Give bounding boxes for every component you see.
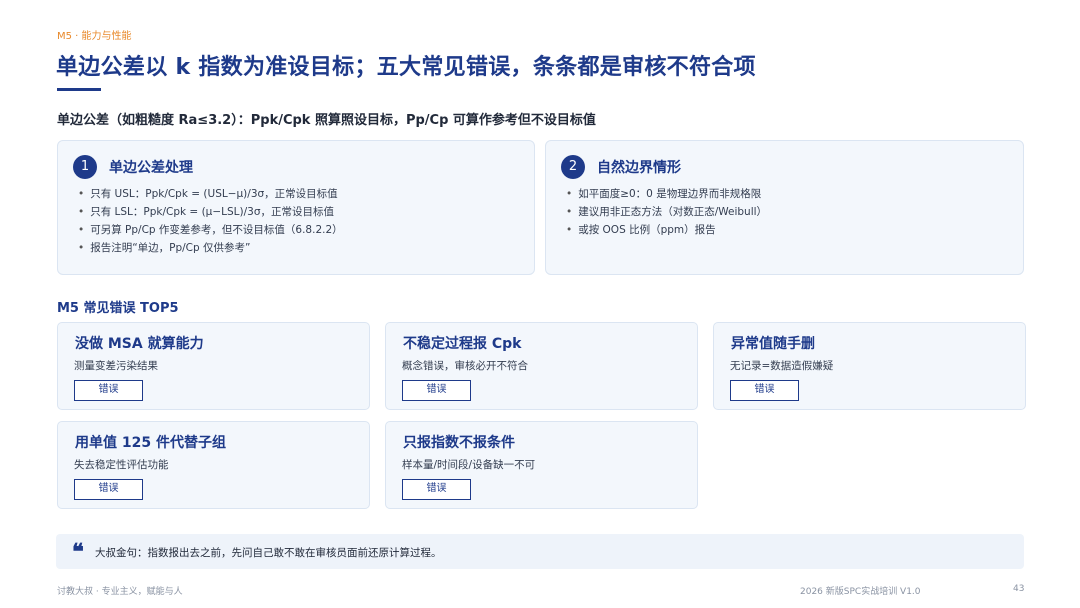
box-heading: 单边公差处理 bbox=[109, 160, 193, 176]
quote-box: ❝ 大叔金句：指数报出去之前，先问自己敢不敢在审核员面前还原计算过程。 bbox=[56, 534, 1024, 569]
error-desc: 概念错误，审核必开不符合 bbox=[402, 360, 528, 372]
natural-boundary-box: 2 自然边界情形 如平面度≥0：0 是物理边界而非规格限 建议用非正态方法（对数… bbox=[545, 140, 1024, 275]
page-subtitle: 单边公差（如粗糙度 Ra≤3.2）：Ppk/Cpk 照算照设目标，Pp/Cp 可… bbox=[57, 113, 596, 128]
page-title: 单边公差以 k 指数为准设目标；五大常见错误，条条都是审核不符合项 bbox=[56, 55, 756, 80]
error-desc: 无记录=数据造假嫌疑 bbox=[730, 360, 834, 372]
list-item: 或按 OOS 比例（ppm）报告 bbox=[566, 221, 767, 239]
title-underline bbox=[57, 88, 101, 91]
errors-section-heading: M5 常见错误 TOP5 bbox=[57, 301, 179, 316]
section-kicker: M5 · 能力与性能 bbox=[57, 31, 132, 42]
error-title: 没做 MSA 就算能力 bbox=[75, 336, 204, 352]
number-badge: 1 bbox=[73, 155, 97, 179]
list-item: 只有 USL：Ppk/Cpk = (USL−μ)/3σ，正常设目标值 bbox=[78, 185, 343, 203]
quote-icon: ❝ bbox=[72, 539, 84, 565]
error-desc: 失去稳定性评估功能 bbox=[74, 459, 169, 471]
error-title: 用单值 125 件代替子组 bbox=[75, 435, 226, 451]
error-tag: 错误 bbox=[730, 380, 799, 401]
error-title: 不稳定过程报 Cpk bbox=[403, 336, 522, 352]
error-card: 没做 MSA 就算能力 测量变差污染结果 错误 bbox=[57, 322, 370, 410]
quote-text: 大叔金句：指数报出去之前，先问自己敢不敢在审核员面前还原计算过程。 bbox=[95, 547, 442, 559]
list-item: 可另算 Pp/Cp 作变差参考，但不设目标值（6.8.2.2） bbox=[78, 221, 342, 239]
list-item: 报告注明“单边，Pp/Cp 仅供参考” bbox=[78, 239, 343, 257]
error-card: 用单值 125 件代替子组 失去稳定性评估功能 错误 bbox=[57, 421, 370, 509]
error-card: 只报指数不报条件 样本量/时间段/设备缺一不可 错误 bbox=[385, 421, 698, 509]
bullet-list: 如平面度≥0：0 是物理边界而非规格限 建议用非正态方法（对数正态/Weibul… bbox=[566, 185, 767, 239]
list-item: 建议用非正态方法（对数正态/Weibull） bbox=[566, 203, 767, 221]
list-item: 如平面度≥0：0 是物理边界而非规格限 bbox=[566, 185, 767, 203]
error-tag: 错误 bbox=[402, 479, 471, 500]
error-title: 只报指数不报条件 bbox=[403, 435, 515, 451]
box-heading: 自然边界情形 bbox=[597, 160, 681, 176]
footer-left: 讨教大叔 · 专业主义，赋能与人 bbox=[57, 587, 183, 597]
page-number: 43 bbox=[1013, 584, 1025, 594]
footer-course: 2026 新版SPC实战培训 V1.0 bbox=[800, 587, 921, 597]
error-card: 不稳定过程报 Cpk 概念错误，审核必开不符合 错误 bbox=[385, 322, 698, 410]
number-badge: 2 bbox=[561, 155, 585, 179]
one-sided-tolerance-box: 1 单边公差处理 只有 USL：Ppk/Cpk = (USL−μ)/3σ，正常设… bbox=[57, 140, 535, 275]
bullet-list: 只有 USL：Ppk/Cpk = (USL−μ)/3σ，正常设目标值 只有 LS… bbox=[78, 185, 343, 257]
error-tag: 错误 bbox=[74, 380, 143, 401]
error-tag: 错误 bbox=[74, 479, 143, 500]
error-title: 异常值随手删 bbox=[731, 336, 815, 352]
error-desc: 样本量/时间段/设备缺一不可 bbox=[402, 459, 536, 471]
error-card: 异常值随手删 无记录=数据造假嫌疑 错误 bbox=[713, 322, 1026, 410]
error-tag: 错误 bbox=[402, 380, 471, 401]
error-desc: 测量变差污染结果 bbox=[74, 360, 158, 372]
list-item: 只有 LSL：Ppk/Cpk = (μ−LSL)/3σ，正常设目标值 bbox=[78, 203, 343, 221]
